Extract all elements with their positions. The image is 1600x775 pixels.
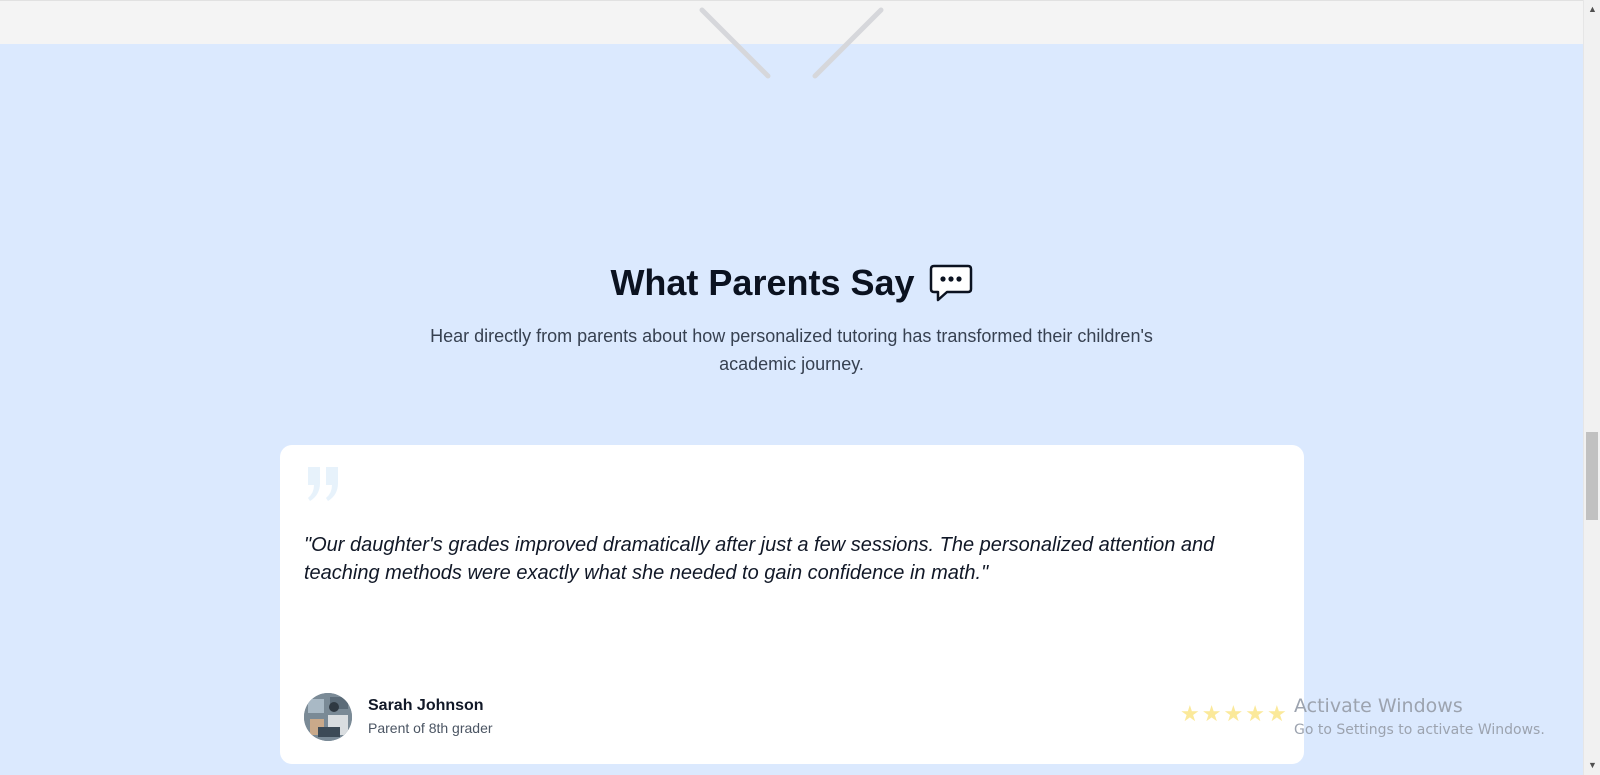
activation-watermark: Activate Windows Go to Settings to activ… (1294, 694, 1545, 740)
section-title: What Parents Say (610, 262, 915, 303)
speech-bubble-icon (929, 264, 972, 302)
testimonial-quote: "Our daughter's grades improved dramatic… (304, 534, 1215, 584)
scrollbar-thumb[interactable] (1586, 432, 1598, 520)
star-icon: ★ (1266, 701, 1287, 726)
vertical-scrollbar[interactable]: ▲ ▼ (1583, 0, 1600, 775)
author-name: Sarah Johnson (368, 697, 484, 714)
chevron-down-icon[interactable] (690, 0, 890, 80)
scroll-up-arrow-icon[interactable]: ▲ (1588, 5, 1597, 14)
star-icon: ★ (1245, 701, 1265, 726)
watermark-subtitle: Go to Settings to activate Windows. (1294, 722, 1545, 738)
section-subtitle: Hear directly from parents about how per… (430, 326, 1153, 374)
section-heading: What Parents Say (0, 262, 1583, 304)
watermark-title: Activate Windows (1294, 695, 1463, 717)
author-role: Parent of 8th grader (368, 720, 493, 736)
star-icon: ★ (1223, 701, 1244, 726)
star-icon: ★ (1201, 701, 1222, 726)
scroll-down-arrow-icon[interactable]: ▼ (1588, 761, 1597, 770)
testimonial-card: "Our daughter's grades improved dramatic… (280, 445, 1304, 764)
quote-mark-icon (308, 467, 338, 501)
avatar (304, 693, 352, 741)
star-icon: ★ (1180, 701, 1200, 726)
star-rating: ★ ★ ★ ★ ★ (1180, 703, 1287, 725)
